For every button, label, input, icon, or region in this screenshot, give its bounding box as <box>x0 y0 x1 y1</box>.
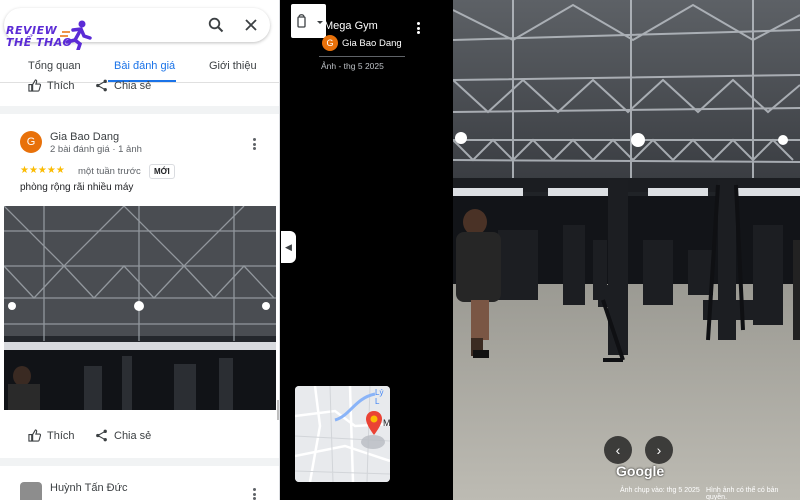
panorama-button[interactable] <box>291 4 326 38</box>
map-pin-icon <box>366 411 382 435</box>
tab-reviews[interactable]: Bài đánh giá <box>114 60 175 72</box>
tab-about[interactable]: Giới thiệu <box>209 60 257 72</box>
place-title[interactable]: Mega Gym <box>324 20 378 32</box>
chevron-right-icon: › <box>656 442 662 458</box>
like-label: Thích <box>47 429 75 442</box>
street-view-image[interactable] <box>453 0 800 500</box>
avatar[interactable]: G <box>322 35 338 51</box>
copyright-notice[interactable]: Hình ảnh có thể có bản quyền. <box>706 487 800 500</box>
like-label: Thích <box>47 79 75 92</box>
thumb-up-icon <box>28 79 41 92</box>
photo-date: Ảnh - thg 5 2025 <box>321 61 384 71</box>
star-rating: ★★★★★ <box>20 165 65 176</box>
more-vert-icon[interactable] <box>248 487 260 500</box>
capture-date: Ảnh chụp vào: thg 5 2025 <box>620 487 700 494</box>
search-icon[interactable] <box>207 16 225 34</box>
minimap-place-label: M <box>383 418 390 428</box>
review-photo[interactable] <box>4 206 276 410</box>
reviews-panel: REVIEW THỂ THAO Tổng quan Bài đánh giá G… <box>0 0 280 500</box>
more-vert-icon[interactable] <box>248 137 260 151</box>
review-time: một tuần trước <box>78 166 141 177</box>
share-icon <box>96 429 107 442</box>
thumb-up-icon <box>28 429 41 442</box>
panorama-icon <box>297 14 323 28</box>
minimap-street-label: Lý L <box>375 388 384 406</box>
tab-bar: Tổng quan Bài đánh giá Giới thiệu <box>0 54 279 82</box>
section-divider <box>0 106 279 114</box>
share-button-top[interactable]: Chia sẻ <box>95 79 151 92</box>
logo: REVIEW THỂ THAO <box>4 18 94 54</box>
reviewer-meta: 2 bài đánh giá · 1 ảnh <box>50 144 142 155</box>
chevron-left-icon[interactable]: ◀ <box>281 231 296 263</box>
prev-photo-button[interactable]: ‹ <box>604 436 632 464</box>
run-man-icon <box>60 20 92 50</box>
tab-overview[interactable]: Tổng quan <box>28 60 81 72</box>
minimap[interactable]: Lý L M <box>295 386 390 482</box>
google-logo: Google <box>616 463 665 479</box>
contributor-name[interactable]: Gia Bao Dang <box>342 38 402 49</box>
chevron-left-icon: ‹ <box>615 442 621 458</box>
more-vert-icon[interactable] <box>412 21 424 35</box>
share-label: Chia sẻ <box>114 429 152 442</box>
section-divider <box>0 458 279 466</box>
new-badge: MỚI <box>149 164 175 179</box>
like-button-top[interactable]: Thích <box>28 79 75 92</box>
share-label: Chia sẻ <box>114 79 152 92</box>
reviewer-name[interactable]: Huỳnh Tấn Đức <box>50 482 127 494</box>
avatar[interactable]: G <box>20 131 42 153</box>
share-icon <box>96 79 107 92</box>
reviewer-name[interactable]: Gia Bao Dang <box>50 131 119 143</box>
next-photo-button[interactable]: › <box>645 436 673 464</box>
avatar[interactable] <box>20 482 42 500</box>
close-icon[interactable] <box>242 16 260 34</box>
header-divider <box>319 56 405 57</box>
like-button[interactable]: Thích <box>28 429 75 442</box>
share-button[interactable]: Chia sẻ <box>95 429 151 442</box>
review-text: phòng rộng rãi nhiều máy <box>20 182 134 193</box>
